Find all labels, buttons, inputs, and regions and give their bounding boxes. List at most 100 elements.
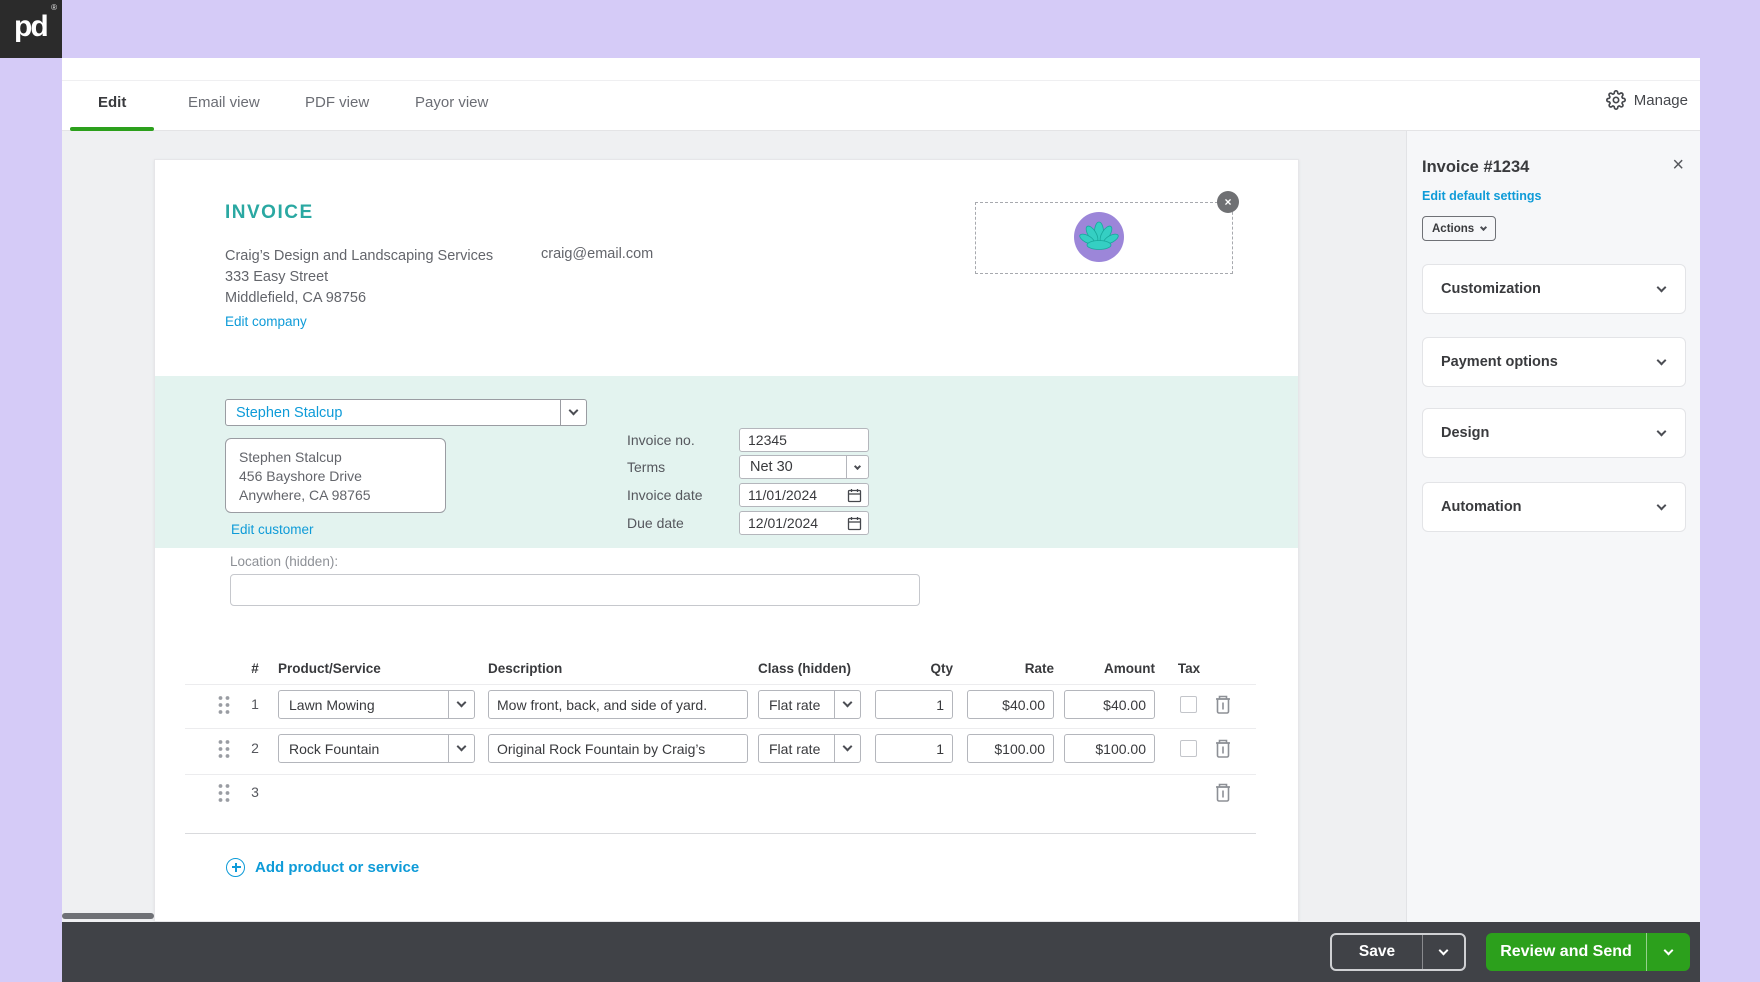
qty-input[interactable] xyxy=(875,690,953,719)
invoice-date-value: 11/01/2024 xyxy=(748,487,818,503)
tab-edit[interactable]: Edit xyxy=(98,94,126,111)
class-select-button[interactable] xyxy=(834,691,860,718)
row-divider xyxy=(185,774,1256,775)
product-select-button[interactable] xyxy=(448,735,474,762)
amount-input[interactable] xyxy=(1064,690,1155,719)
save-button[interactable]: Save xyxy=(1330,933,1466,971)
tax-checkbox[interactable] xyxy=(1180,696,1197,713)
chevron-down-icon xyxy=(842,741,853,752)
invoice-editor-card: INVOICE Craig’s Design and Landscaping S… xyxy=(154,159,1299,922)
close-icon: × xyxy=(1224,195,1232,209)
chevron-down-icon xyxy=(853,462,862,470)
customer-address-3: Anywhere, CA 98765 xyxy=(239,487,371,503)
remove-logo-button[interactable]: × xyxy=(1217,191,1239,213)
pandadoc-logo: pd ® xyxy=(0,0,62,58)
trash-icon[interactable] xyxy=(1213,693,1233,716)
class-select[interactable]: Flat rate xyxy=(758,734,861,763)
review-and-send-button[interactable]: Review and Send xyxy=(1486,933,1690,971)
section-payment-options[interactable]: Payment options xyxy=(1422,337,1686,387)
app-window: Edit Email view PDF view Payor view Mana… xyxy=(62,58,1700,982)
customer-address-2: 456 Bayshore Drive xyxy=(239,468,362,484)
drag-handle-icon[interactable] xyxy=(217,695,231,715)
tab-payor-view[interactable]: Payor view xyxy=(415,94,488,111)
drag-handle-icon[interactable] xyxy=(217,783,231,803)
product-select-button[interactable] xyxy=(448,691,474,718)
review-dropdown-button[interactable] xyxy=(1646,933,1690,971)
table-bottom-divider xyxy=(185,833,1256,834)
company-logo-flower-icon xyxy=(1074,212,1124,262)
content-area: INVOICE Craig’s Design and Landscaping S… xyxy=(62,131,1700,922)
customer-select[interactable]: Stephen Stalcup xyxy=(225,399,587,426)
class-select-value: Flat rate xyxy=(769,740,821,757)
rate-input[interactable] xyxy=(967,734,1054,763)
chevron-down-icon xyxy=(842,697,853,708)
gear-icon xyxy=(1605,90,1626,110)
rate-input[interactable] xyxy=(967,690,1054,719)
customer-select-button[interactable] xyxy=(560,400,586,425)
chevron-down-icon xyxy=(1438,945,1449,955)
calendar-icon[interactable] xyxy=(847,516,862,531)
section-label: Design xyxy=(1441,425,1490,441)
close-sidebar-button[interactable]: × xyxy=(1672,155,1684,175)
actions-button[interactable]: Actions xyxy=(1422,216,1497,241)
product-select[interactable]: Rock Fountain xyxy=(278,734,475,763)
description-input[interactable] xyxy=(488,734,748,763)
col-header-tax: Tax xyxy=(1177,661,1201,676)
save-dropdown-button[interactable] xyxy=(1422,935,1464,969)
product-select-value: Lawn Mowing xyxy=(289,696,375,713)
edit-customer-link[interactable]: Edit customer xyxy=(231,522,314,537)
trash-icon[interactable] xyxy=(1213,781,1233,804)
sidebar-title: Invoice #1234 xyxy=(1422,158,1530,176)
edit-company-link[interactable]: Edit company xyxy=(225,314,307,329)
plus-circle-icon xyxy=(226,858,245,877)
row-divider xyxy=(185,728,1256,729)
amount-input[interactable] xyxy=(1064,734,1155,763)
review-and-send-label: Review and Send xyxy=(1500,943,1632,960)
location-label: Location (hidden): xyxy=(230,554,339,569)
col-header-description: Description xyxy=(488,661,563,676)
drag-handle-icon[interactable] xyxy=(217,739,231,759)
tax-checkbox[interactable] xyxy=(1180,740,1197,757)
calendar-icon[interactable] xyxy=(847,488,862,503)
edit-default-settings-link[interactable]: Edit default settings xyxy=(1422,189,1541,203)
location-input[interactable] xyxy=(230,574,920,606)
row-number: 2 xyxy=(251,740,259,756)
class-select[interactable]: Flat rate xyxy=(758,690,861,719)
company-address-1: 333 Easy Street xyxy=(225,269,329,285)
tab-pdf-view[interactable]: PDF view xyxy=(305,94,369,111)
section-label: Payment options xyxy=(1441,354,1558,370)
class-select-button[interactable] xyxy=(834,735,860,762)
chevron-down-icon xyxy=(1656,426,1667,436)
section-customization[interactable]: Customization xyxy=(1422,264,1686,314)
col-header-class: Class (hidden) xyxy=(758,661,852,676)
product-select-value: Rock Fountain xyxy=(289,740,380,757)
invoice-no-input[interactable] xyxy=(739,428,869,452)
tab-email-view[interactable]: Email view xyxy=(188,94,260,111)
description-input[interactable] xyxy=(488,690,748,719)
manage-button[interactable]: Manage xyxy=(1605,90,1688,110)
header-divider xyxy=(62,80,1700,81)
chevron-down-icon xyxy=(1480,223,1488,232)
qty-input[interactable] xyxy=(875,734,953,763)
customer-address-box: Stephen Stalcup 456 Bayshore Drive Anywh… xyxy=(225,438,446,513)
row-divider xyxy=(185,684,1256,685)
terms-select-button[interactable] xyxy=(846,456,868,478)
add-product-button[interactable]: Add product or service xyxy=(226,858,419,877)
section-automation[interactable]: Automation xyxy=(1422,482,1686,532)
customer-address-1: Stephen Stalcup xyxy=(239,449,342,465)
invoice-title: INVOICE xyxy=(225,202,314,223)
terms-select-value: Net 30 xyxy=(750,459,793,475)
due-date-input[interactable]: 12/01/2024 xyxy=(739,511,869,535)
registered-mark: ® xyxy=(51,3,57,12)
trash-icon[interactable] xyxy=(1213,737,1233,760)
terms-select[interactable]: Net 30 xyxy=(739,455,869,479)
section-design[interactable]: Design xyxy=(1422,408,1686,458)
invoice-date-input[interactable]: 11/01/2024 xyxy=(739,483,869,507)
terms-label: Terms xyxy=(627,459,666,475)
product-select[interactable]: Lawn Mowing xyxy=(278,690,475,719)
save-label: Save xyxy=(1358,943,1396,960)
row-number: 1 xyxy=(251,696,259,712)
class-select-value: Flat rate xyxy=(769,696,821,713)
horizontal-scrollbar-thumb[interactable] xyxy=(62,913,154,919)
row-number: 3 xyxy=(251,784,259,800)
